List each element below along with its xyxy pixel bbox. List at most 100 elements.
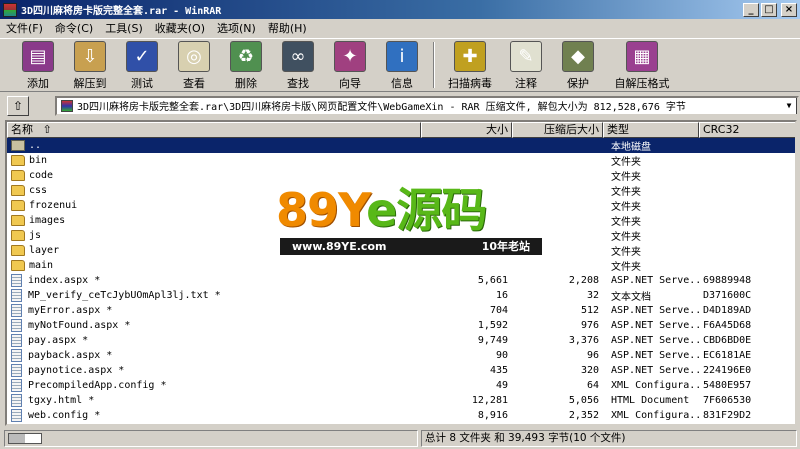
list-item[interactable]: PrecompiledApp.config * 49 64 XML Configura… xyxy=(7,378,795,393)
file-icon xyxy=(11,409,22,422)
cell-type: ASP.NET Serve... xyxy=(611,335,699,346)
cell-packed: 2,352 xyxy=(568,410,599,421)
virus-scan-icon: ✚ xyxy=(454,41,486,72)
list-item[interactable]: css 文件夹 xyxy=(7,183,795,198)
column-size-header[interactable]: 大小 xyxy=(421,122,512,138)
folder-icon xyxy=(11,245,25,256)
file-name: js xyxy=(29,230,42,241)
cell-type: 本地磁盘 xyxy=(611,142,651,153)
menu-file[interactable]: 文件(F) xyxy=(0,20,49,36)
sort-ascending-icon: ⇧ xyxy=(42,123,52,136)
cell-name: frozenui xyxy=(7,200,421,211)
minimize-button[interactable]: _ xyxy=(743,2,759,17)
file-icon xyxy=(11,334,22,347)
up-folder-button[interactable]: ⇧ xyxy=(7,95,29,116)
toolbar-button-7[interactable]: i 信息 xyxy=(376,39,428,91)
cell-size: 90 xyxy=(495,350,508,361)
column-type-header[interactable]: 类型 xyxy=(603,122,699,138)
cell-crc: 831F29D2 xyxy=(703,410,752,421)
menu-tools[interactable]: 工具(S) xyxy=(99,20,149,36)
list-item[interactable]: images 文件夹 xyxy=(7,213,795,228)
menu-help[interactable]: 帮助(H) xyxy=(262,20,313,36)
cell-packed: 5,056 xyxy=(568,395,599,406)
list-item[interactable]: myError.aspx * 704 512 ASP.NET Serve... D4D1… xyxy=(7,303,795,318)
toolbar-button-1[interactable]: ⇩ 解压到 xyxy=(64,39,116,91)
file-list[interactable]: 名称 ⇧ 大小 压缩后大小 类型 CRC32 .. 本地磁盘 bin 文件夹 code 文… xyxy=(5,120,797,426)
menu-options[interactable]: 选项(N) xyxy=(211,20,262,36)
list-item[interactable]: myNotFound.aspx * 1,592 976 ASP.NET Serve..… xyxy=(7,318,795,333)
cell-type: 文件夹 xyxy=(611,232,641,243)
menu-commands[interactable]: 命令(C) xyxy=(49,20,99,36)
list-item[interactable]: .. 本地磁盘 xyxy=(7,138,795,153)
toolbar-button-10[interactable]: ◆ 保护 xyxy=(552,39,604,91)
cell-packed: 96 xyxy=(586,350,599,361)
column-name-header[interactable]: 名称 ⇧ xyxy=(7,122,421,138)
window-title: 3D四川麻将房卡版完整全套.rar - WinRAR xyxy=(21,6,222,17)
toolbar-button-label: 注释 xyxy=(515,77,537,90)
toolbar-button-2[interactable]: ✓ 测试 xyxy=(116,39,168,91)
list-item[interactable]: main 文件夹 xyxy=(7,258,795,273)
status-summary: 总计 8 文件夹 和 39,493 字节(10 个文件) xyxy=(421,430,797,447)
cell-crc: 224196E0 xyxy=(703,365,752,376)
toolbar-button-label: 添加 xyxy=(27,77,49,90)
list-item[interactable]: code 文件夹 xyxy=(7,168,795,183)
cell-type: 文件夹 xyxy=(611,262,641,273)
file-icon xyxy=(11,349,22,362)
find-binoculars-icon: ∞ xyxy=(282,41,314,72)
maximize-button[interactable]: □ xyxy=(761,2,777,17)
title-bar: 3D四川麻将房卡版完整全套.rar - WinRAR _ □ × xyxy=(0,0,800,19)
cell-size: 8,916 xyxy=(477,410,508,421)
list-item[interactable]: paynotice.aspx * 435 320 ASP.NET Serve... 22… xyxy=(7,363,795,378)
column-packed-header[interactable]: 压缩后大小 xyxy=(512,122,603,138)
list-item[interactable]: js 文件夹 xyxy=(7,228,795,243)
folder-icon xyxy=(11,170,25,181)
cell-name: myError.aspx * xyxy=(7,304,421,317)
column-crc-header[interactable]: CRC32 xyxy=(699,122,795,138)
cell-crc: D4D189AD xyxy=(703,305,752,316)
add-books-icon: ▤ xyxy=(22,41,54,72)
cell-name: MP_verify_ceTcJybUOmApl3lj.txt * xyxy=(7,289,421,302)
list-item[interactable]: pay.aspx * 9,749 3,376 ASP.NET Serve... CBD6… xyxy=(7,333,795,348)
list-item[interactable]: frozenui 文件夹 xyxy=(7,198,795,213)
list-item[interactable]: index.aspx * 5,661 2,208 ASP.NET Serve... 69… xyxy=(7,273,795,288)
list-item[interactable]: layer 文件夹 xyxy=(7,243,795,258)
close-button[interactable]: × xyxy=(781,2,797,17)
toolbar-button-label: 向导 xyxy=(339,77,361,90)
cell-crc: 5480E957 xyxy=(703,380,752,391)
address-dropdown-button[interactable]: ▼ xyxy=(781,97,797,114)
toolbar-button-9[interactable]: ✎ 注释 xyxy=(500,39,552,91)
cell-type: ASP.NET Serve... xyxy=(611,320,699,331)
toolbar-button-4[interactable]: ♻ 删除 xyxy=(220,39,272,91)
toolbar-button-11[interactable]: ▦ 自解压格式 xyxy=(604,39,680,91)
folder-icon xyxy=(11,185,25,196)
list-item[interactable]: MP_verify_ceTcJybUOmApl3lj.txt * 16 32 文本文档… xyxy=(7,288,795,303)
list-item[interactable]: tgxy.html * 12,281 5,056 HTML Document 7F606… xyxy=(7,393,795,408)
menu-favorites[interactable]: 收藏夹(O) xyxy=(149,20,211,36)
drive-status-icon[interactable] xyxy=(8,433,42,444)
winrar-app-icon[interactable] xyxy=(3,2,17,17)
toolbar-button-3[interactable]: ◎ 查看 xyxy=(168,39,220,91)
protect-shield-icon: ◆ xyxy=(562,41,594,72)
cell-type: ASP.NET Serve... xyxy=(611,350,699,361)
cell-crc: 7F606530 xyxy=(703,395,752,406)
toolbar-button-0[interactable]: ▤ 添加 xyxy=(12,39,64,91)
toolbar-button-6[interactable]: ✦ 向导 xyxy=(324,39,376,91)
toolbar-button-label: 信息 xyxy=(391,77,413,90)
file-icon xyxy=(11,394,22,407)
cell-packed: 64 xyxy=(586,380,599,391)
cell-type: XML Configura... xyxy=(611,380,699,391)
cell-name: css xyxy=(7,185,421,196)
cell-type: ASP.NET Serve... xyxy=(611,305,699,316)
toolbar-button-8[interactable]: ✚ 扫描病毒 xyxy=(440,39,500,91)
list-item[interactable]: web.config * 8,916 2,352 XML Configura... 83… xyxy=(7,408,795,423)
list-item[interactable]: payback.aspx * 90 96 ASP.NET Serve... EC6181… xyxy=(7,348,795,363)
toolbar-button-5[interactable]: ∞ 查找 xyxy=(272,39,324,91)
cell-size: 5,661 xyxy=(477,275,508,286)
address-path-field[interactable]: 3D四川麻将房卡版完整全套.rar\3D四川麻将房卡版\网页配置文件\WebGa… xyxy=(55,95,799,116)
list-item[interactable]: bin 文件夹 xyxy=(7,153,795,168)
toolbar-button-label: 删除 xyxy=(235,77,257,90)
toolbar-button-label: 保护 xyxy=(567,77,589,90)
file-name: images xyxy=(29,215,66,226)
parent-folder-icon xyxy=(11,140,25,151)
sfx-archive-icon: ▦ xyxy=(626,41,658,72)
